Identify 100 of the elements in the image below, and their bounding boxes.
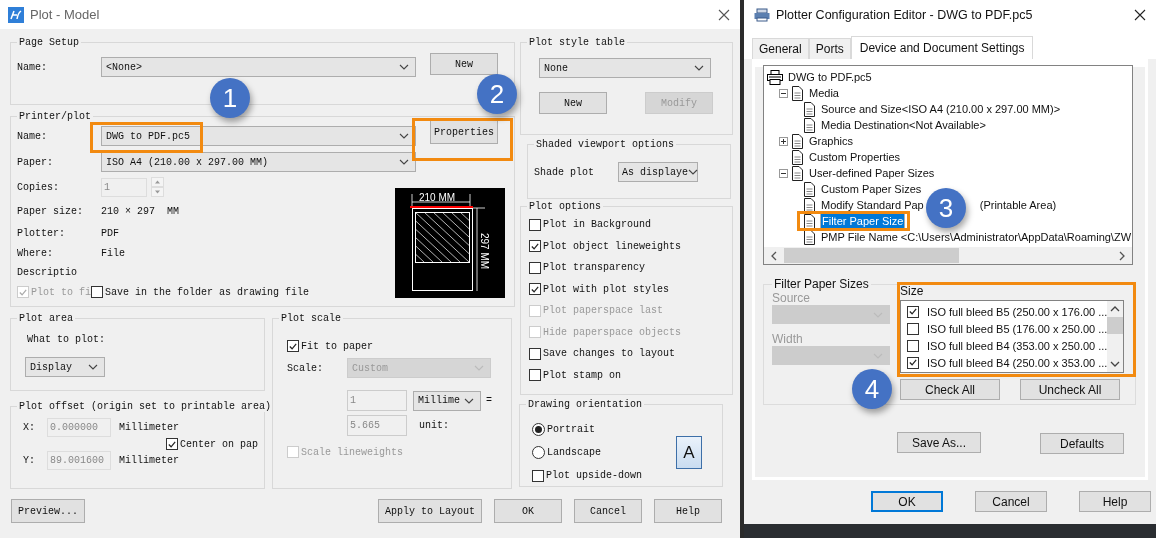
tree-item[interactable]: User-defined Paper Sizes: [808, 167, 936, 179]
scroll-thumb[interactable]: [1107, 317, 1124, 334]
tab[interactable]: Ports: [808, 38, 851, 59]
group-title: Shaded viewport options: [535, 139, 676, 150]
checkbox-label: Save changes to layout: [543, 348, 676, 360]
checkbox[interactable]: [529, 261, 541, 274]
save-as-button[interactable]: Save As...: [897, 432, 981, 453]
tab[interactable]: General: [752, 38, 809, 59]
chevron-down-icon: [474, 365, 484, 371]
dialog-button[interactable]: Apply to Layout: [378, 499, 482, 523]
checkbox[interactable]: [907, 356, 919, 369]
checkbox[interactable]: [529, 347, 541, 360]
list-item-text: ISO full bleed B5 (176.00 x 250.00 ...: [927, 322, 1108, 335]
unit-label: unit:: [419, 420, 449, 431]
dialog-button[interactable]: Preview...: [11, 499, 85, 523]
field-label: Shade plot: [534, 166, 595, 178]
dialog-button[interactable]: Cancel: [975, 491, 1047, 512]
radio-label: Landscape: [547, 447, 601, 458]
dialog-button[interactable]: OK: [871, 491, 943, 512]
page-icon: [802, 101, 816, 117]
scroll-thumb[interactable]: [784, 248, 959, 263]
field-label: Source: [772, 291, 811, 305]
list-item-text: ISO full bleed B5 (250.00 x 176.00 ...: [927, 305, 1108, 318]
checkbox[interactable]: [166, 438, 178, 450]
checkbox-label: Center on pap: [180, 438, 258, 450]
new-button[interactable]: New: [539, 92, 607, 114]
defaults-button[interactable]: Defaults: [1040, 433, 1124, 454]
tree-item[interactable]: PMP File Name <C:\Users\Administrator\AppData\Roaming\ZW: [820, 231, 1133, 243]
group-title: Plot style table: [528, 37, 626, 48]
tree-item[interactable]: Media Destination<Not Available>: [820, 119, 987, 131]
checkbox[interactable]: [529, 369, 541, 382]
portrait-page-icon: A: [676, 436, 702, 469]
paper-dropdown[interactable]: ISO A4 (210.00 x 297.00 MM): [101, 152, 416, 172]
uncheck-all-button[interactable]: Uncheck All: [1020, 379, 1120, 400]
radio-button[interactable]: [532, 446, 545, 459]
page-icon: [802, 181, 816, 197]
checkbox[interactable]: [907, 322, 919, 335]
checkbox[interactable]: [907, 305, 919, 318]
scroll-left-icon[interactable]: [770, 250, 778, 261]
tree-item[interactable]: Modify Standard Pap: [820, 199, 925, 211]
plot-style-dropdown[interactable]: None: [539, 58, 711, 78]
horizontal-scrollbar[interactable]: [764, 247, 1132, 264]
dialog-button[interactable]: Cancel: [574, 499, 642, 523]
radio-button[interactable]: [532, 423, 545, 436]
plotter-value: PDF: [101, 227, 119, 239]
dialog-button[interactable]: Help: [1079, 491, 1151, 512]
dimension-label: 297 MM: [479, 233, 490, 270]
tree-item[interactable]: Source and Size<ISO A4 (210.00 x 297.00 MM)>: [820, 103, 1062, 115]
page-icon: [790, 149, 804, 165]
tree-item[interactable]: Custom Paper Sizes: [820, 183, 923, 195]
shade-plot-dropdown[interactable]: As displaye: [618, 162, 698, 182]
dialog-button[interactable]: OK: [494, 499, 562, 523]
chevron-down-icon: [399, 159, 409, 165]
page-icon: [790, 165, 804, 181]
check-all-button[interactable]: Check All: [900, 379, 1000, 400]
radio-label: Portrait: [547, 424, 595, 435]
field-label: Name:: [17, 61, 48, 73]
vertical-scrollbar[interactable]: [1107, 301, 1124, 372]
checkbox[interactable]: [532, 469, 544, 482]
list-item-text: ISO full bleed B4 (353.00 x 250.00 ...: [927, 339, 1108, 352]
page-icon: [802, 213, 816, 229]
chevron-down-icon: [694, 65, 704, 71]
group-title: Page Setup: [18, 37, 80, 48]
field-label: Size: [900, 284, 925, 298]
checkbox[interactable]: [907, 339, 919, 352]
units-dropdown[interactable]: Millime: [413, 390, 481, 411]
field-label: X:: [22, 422, 36, 433]
checkbox[interactable]: [91, 286, 103, 298]
new-button[interactable]: New: [430, 53, 498, 75]
group-title: Drawing orientation: [527, 399, 644, 410]
collapse-icon[interactable]: [779, 168, 788, 178]
plot-area-dropdown[interactable]: Display: [25, 357, 105, 377]
close-icon[interactable]: [1134, 8, 1146, 21]
checkbox[interactable]: [529, 240, 541, 253]
tab[interactable]: Device and Document Settings: [850, 36, 1034, 59]
scroll-up-icon[interactable]: [1110, 305, 1121, 313]
tree-item[interactable]: Media: [808, 87, 840, 99]
field-label: Paper size:: [17, 205, 84, 217]
checkbox[interactable]: [529, 283, 541, 296]
field-label: Where:: [17, 247, 54, 259]
printer-dropdown[interactable]: DWG to PDF.pc5: [101, 126, 416, 146]
checkbox-label: Plot stamp on: [543, 369, 621, 381]
tree-item[interactable]: Custom Properties: [808, 151, 902, 163]
dialog-button[interactable]: Help: [654, 499, 722, 523]
field-label: What to plot:: [27, 334, 106, 345]
checkbox[interactable]: [287, 340, 299, 352]
collapse-icon[interactable]: [779, 88, 788, 98]
tree-item[interactable]: Graphics: [808, 135, 855, 147]
scroll-right-icon[interactable]: [1118, 250, 1126, 261]
group-title: Plot options: [528, 201, 602, 212]
tree-item[interactable]: DWG to PDF.pc5: [787, 71, 873, 83]
chevron-down-icon: [399, 133, 409, 139]
close-icon[interactable]: [718, 8, 730, 21]
checkbox-label: Fit to paper: [301, 340, 373, 352]
expand-icon[interactable]: [779, 136, 788, 146]
page-setup-dropdown[interactable]: <None>: [101, 57, 416, 77]
unit-label: Millimeter: [119, 455, 179, 466]
checkbox[interactable]: [529, 218, 541, 231]
properties-button[interactable]: Properties: [430, 120, 498, 144]
scroll-down-icon[interactable]: [1110, 360, 1121, 368]
